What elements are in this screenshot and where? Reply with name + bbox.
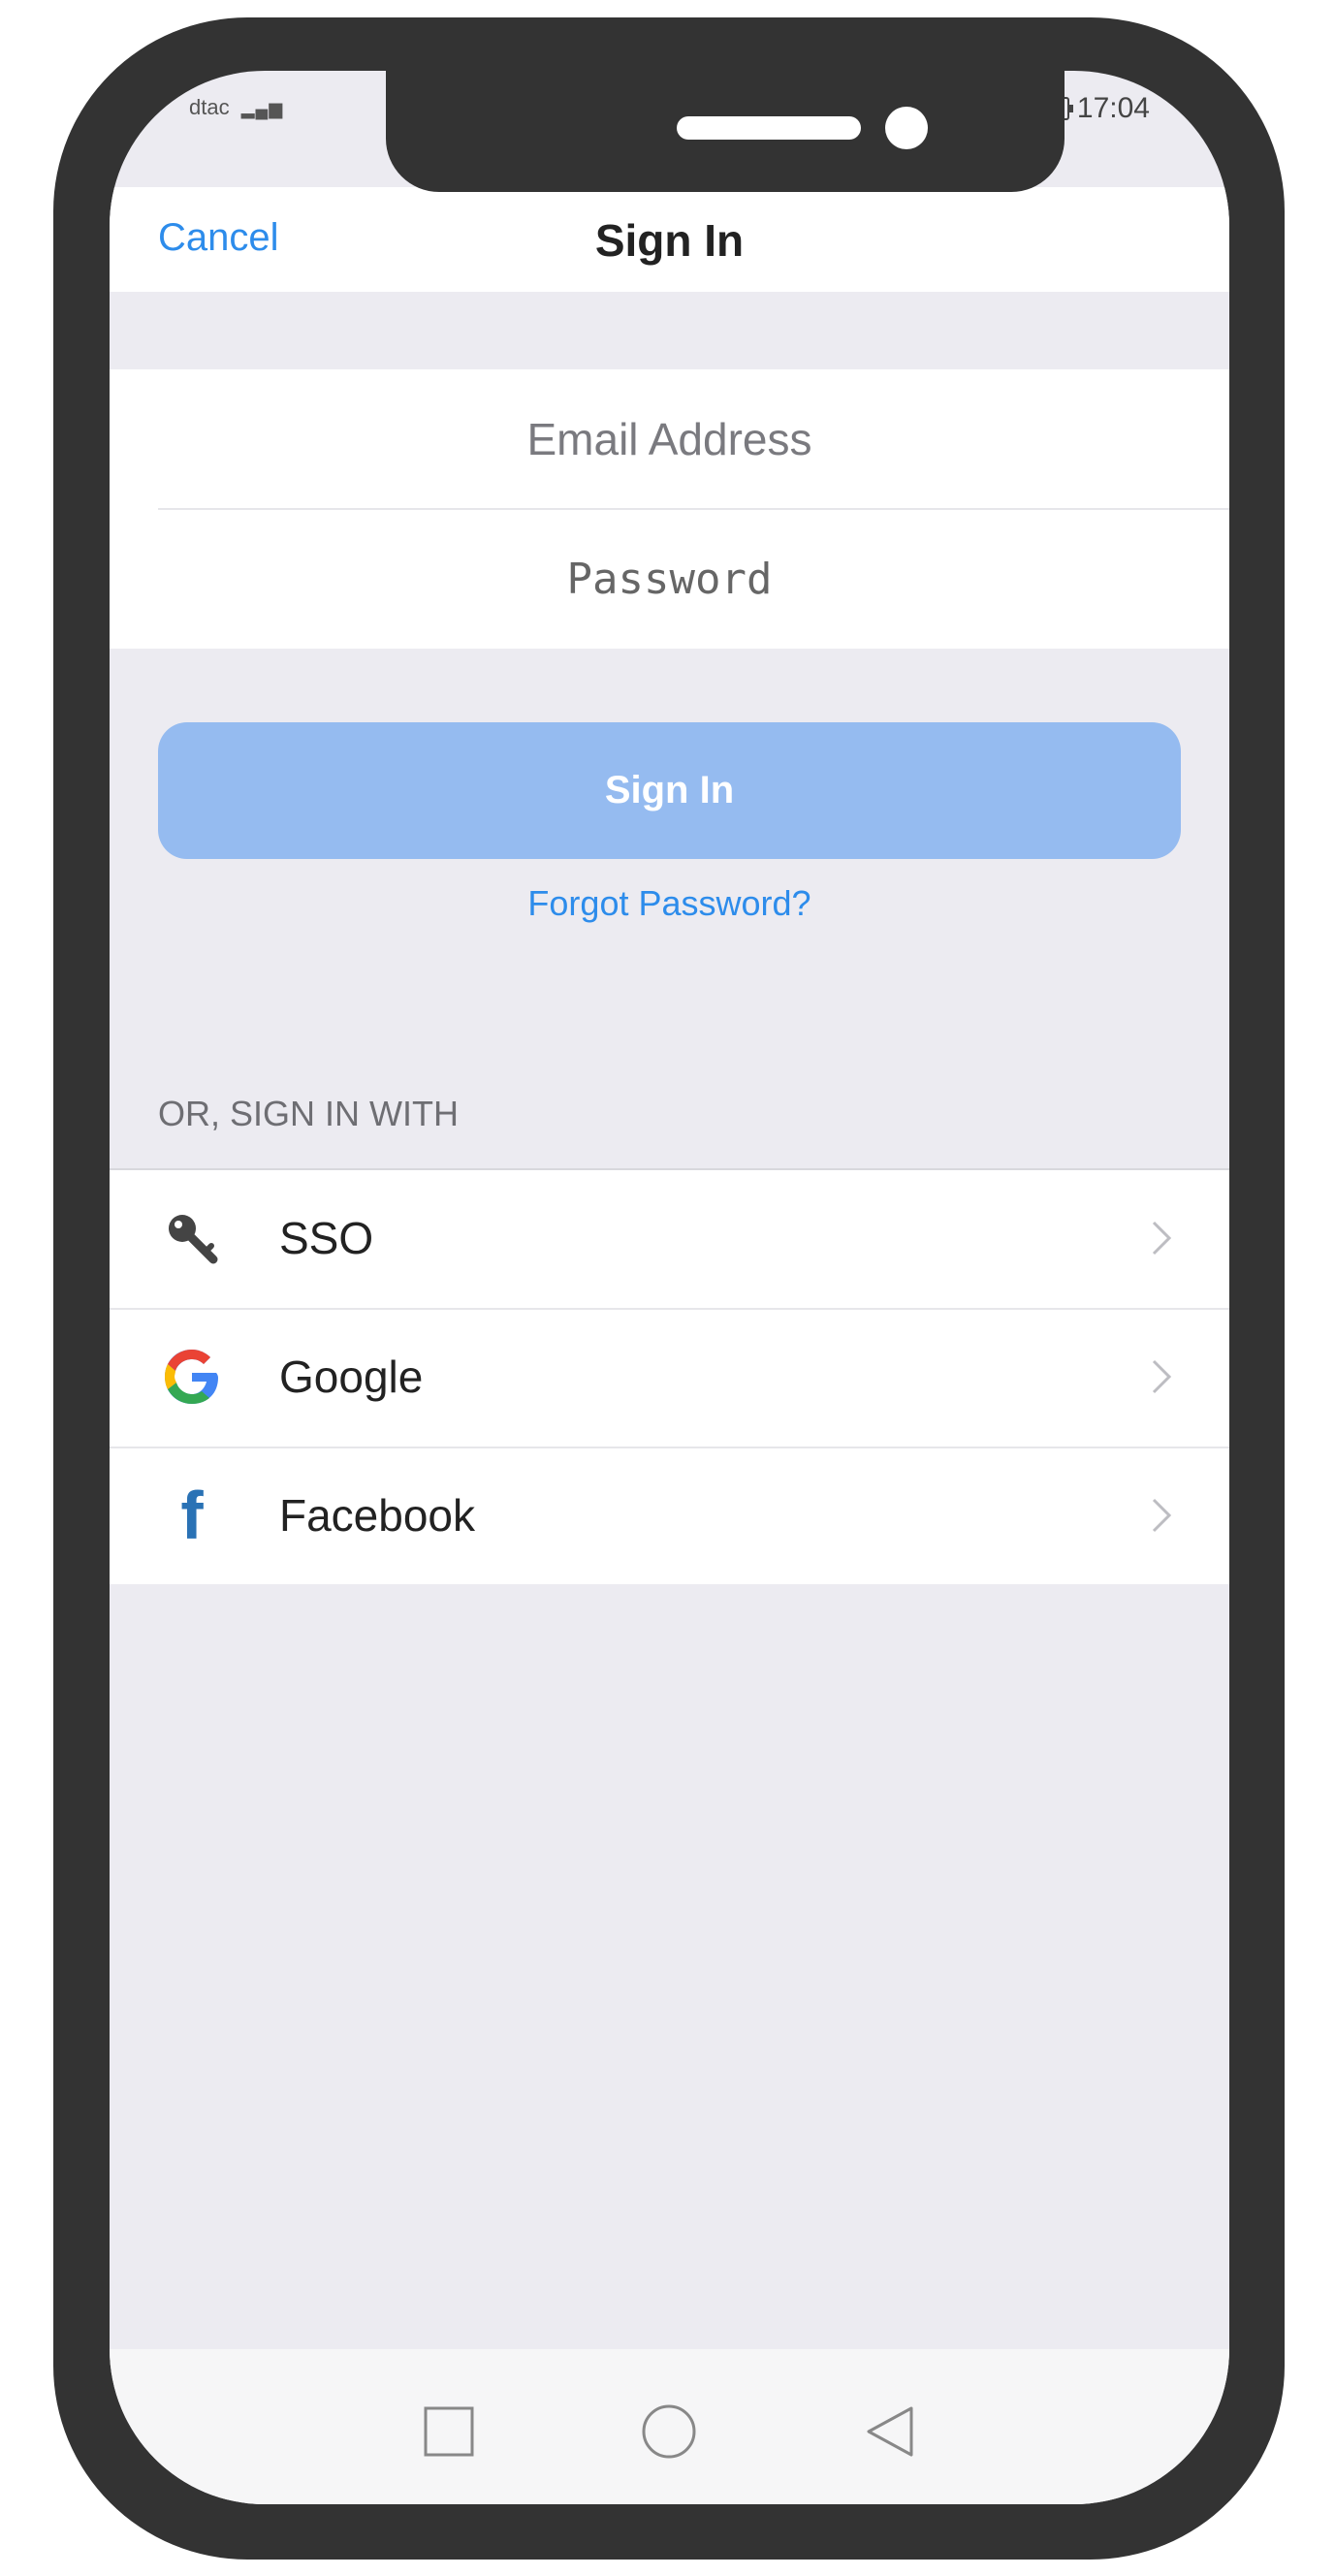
list-item-label: Google (279, 1352, 424, 1402)
status-time: 17:04 (1076, 92, 1150, 124)
signal-icon: ▂▄▆ (240, 99, 284, 118)
sign-in-button[interactable]: Sign In (158, 722, 1181, 859)
circle-icon[interactable] (635, 2398, 703, 2465)
page-title: Sign In (594, 215, 745, 266)
screen: dtac ▂▄▆ 17:04 Cancel Sign In Email Addr… (110, 71, 1229, 2504)
status-bar-left: dtac ▂▄▆ (189, 95, 283, 120)
list-item-sso[interactable]: SSO (110, 1170, 1229, 1306)
list-item-google[interactable]: Google (110, 1309, 1229, 1445)
facebook-icon: f (180, 1478, 204, 1553)
phone-frame: dtac ▂▄▆ 17:04 Cancel Sign In Email Addr… (53, 17, 1285, 2560)
navigation-bar: Cancel Sign In (110, 187, 1229, 292)
speaker-grille (677, 116, 861, 140)
triangle-back-icon[interactable] (856, 2398, 924, 2465)
chevron-right-icon (1142, 1496, 1181, 1535)
list-item-label: SSO (279, 1213, 374, 1263)
notch (386, 71, 1065, 192)
key-icon (158, 1204, 226, 1272)
credentials-form: Email Address Password (110, 369, 1229, 649)
carrier-name: dtac (189, 95, 230, 119)
list-item-label: Facebook (279, 1490, 476, 1541)
chevron-right-icon (1142, 1219, 1181, 1257)
social-sign-in-list: SSO Google f Facebook (110, 1168, 1229, 1584)
google-icon (158, 1343, 226, 1411)
front-camera (885, 107, 928, 149)
android-navigation-bar (110, 2349, 1229, 2504)
social-section-label: OR, SIGN IN WITH (158, 1094, 459, 1133)
square-icon[interactable] (415, 2398, 483, 2465)
forgot-password-link[interactable]: Forgot Password? (110, 883, 1229, 924)
chevron-right-icon (1142, 1357, 1181, 1396)
email-field[interactable]: Email Address (110, 369, 1229, 508)
password-field[interactable]: Password (110, 510, 1229, 649)
list-item-facebook[interactable]: f Facebook (110, 1447, 1229, 1583)
